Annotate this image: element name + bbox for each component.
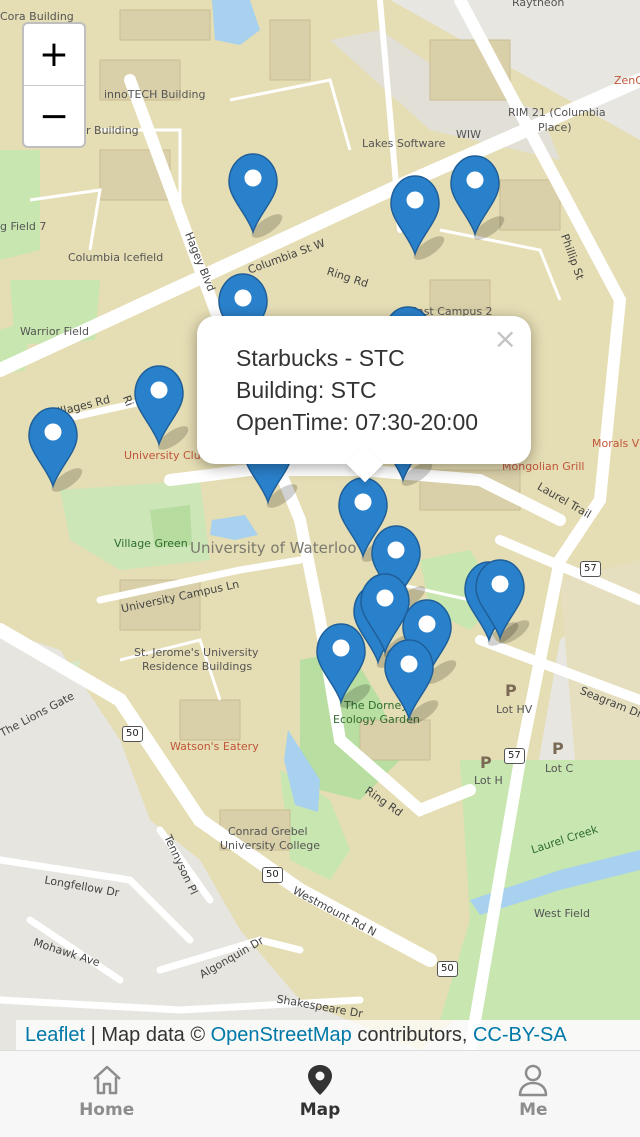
zoom-in-button[interactable]: + — [24, 24, 84, 86]
tab-home[interactable]: Home — [0, 1051, 213, 1137]
attribution-text: contributors, — [351, 1024, 473, 1046]
markers-layer — [28, 153, 530, 724]
tab-map-label: Map — [299, 1100, 341, 1120]
tab-home-label: Home — [79, 1100, 135, 1120]
popup-building: Building: STC — [236, 377, 377, 403]
osm-link[interactable]: OpenStreetMap — [211, 1024, 352, 1046]
tab-me-label: Me — [519, 1100, 548, 1120]
popup-close-button[interactable]: × — [494, 322, 517, 355]
zoom-control: + − — [22, 22, 86, 148]
popup-open-time: OpenTime: 07:30-20:00 — [236, 409, 479, 435]
zoom-out-button[interactable]: − — [24, 86, 84, 147]
map-attribution: Leaflet | Map data © OpenStreetMap contr… — [16, 1020, 640, 1050]
leaflet-link[interactable]: Leaflet — [25, 1024, 85, 1046]
marker-popup: Starbucks - STC Building: STC OpenTime: … — [197, 316, 531, 483]
home-icon — [92, 1065, 121, 1095]
map-pin-icon — [307, 1065, 332, 1095]
attribution-text: | Map data © — [85, 1024, 211, 1046]
bottom-tab-bar: Home Map Me — [0, 1050, 640, 1137]
popup-place-name: Starbucks - STC — [236, 345, 405, 371]
map-view[interactable]: Cora Building innoTECH Building r Buildi… — [0, 0, 640, 1050]
person-icon — [519, 1064, 548, 1097]
tab-me[interactable]: Me — [427, 1051, 640, 1137]
tab-map[interactable]: Map — [213, 1051, 426, 1137]
license-link[interactable]: CC-BY-SA — [473, 1024, 567, 1046]
